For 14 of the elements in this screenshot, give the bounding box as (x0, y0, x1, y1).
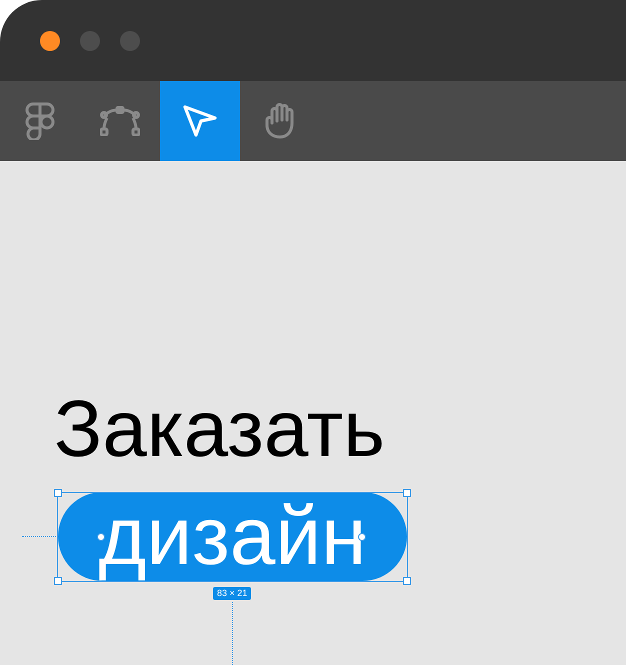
guide-line (232, 602, 233, 665)
resize-handle[interactable] (403, 577, 411, 585)
frames-icon (25, 102, 55, 140)
pen-tool-icon (100, 106, 140, 136)
resize-handle[interactable] (54, 577, 62, 585)
resize-handle[interactable] (403, 489, 411, 497)
resize-handle[interactable] (54, 489, 62, 497)
window-control[interactable] (40, 30, 60, 50)
size-label: 83 × 21 (213, 587, 252, 600)
pill-label[interactable]: дизайн (58, 492, 407, 581)
pointer-icon (182, 104, 218, 138)
guide-line (22, 536, 56, 537)
tool-button[interactable] (160, 81, 240, 161)
heading-text: Заказать (54, 389, 385, 469)
